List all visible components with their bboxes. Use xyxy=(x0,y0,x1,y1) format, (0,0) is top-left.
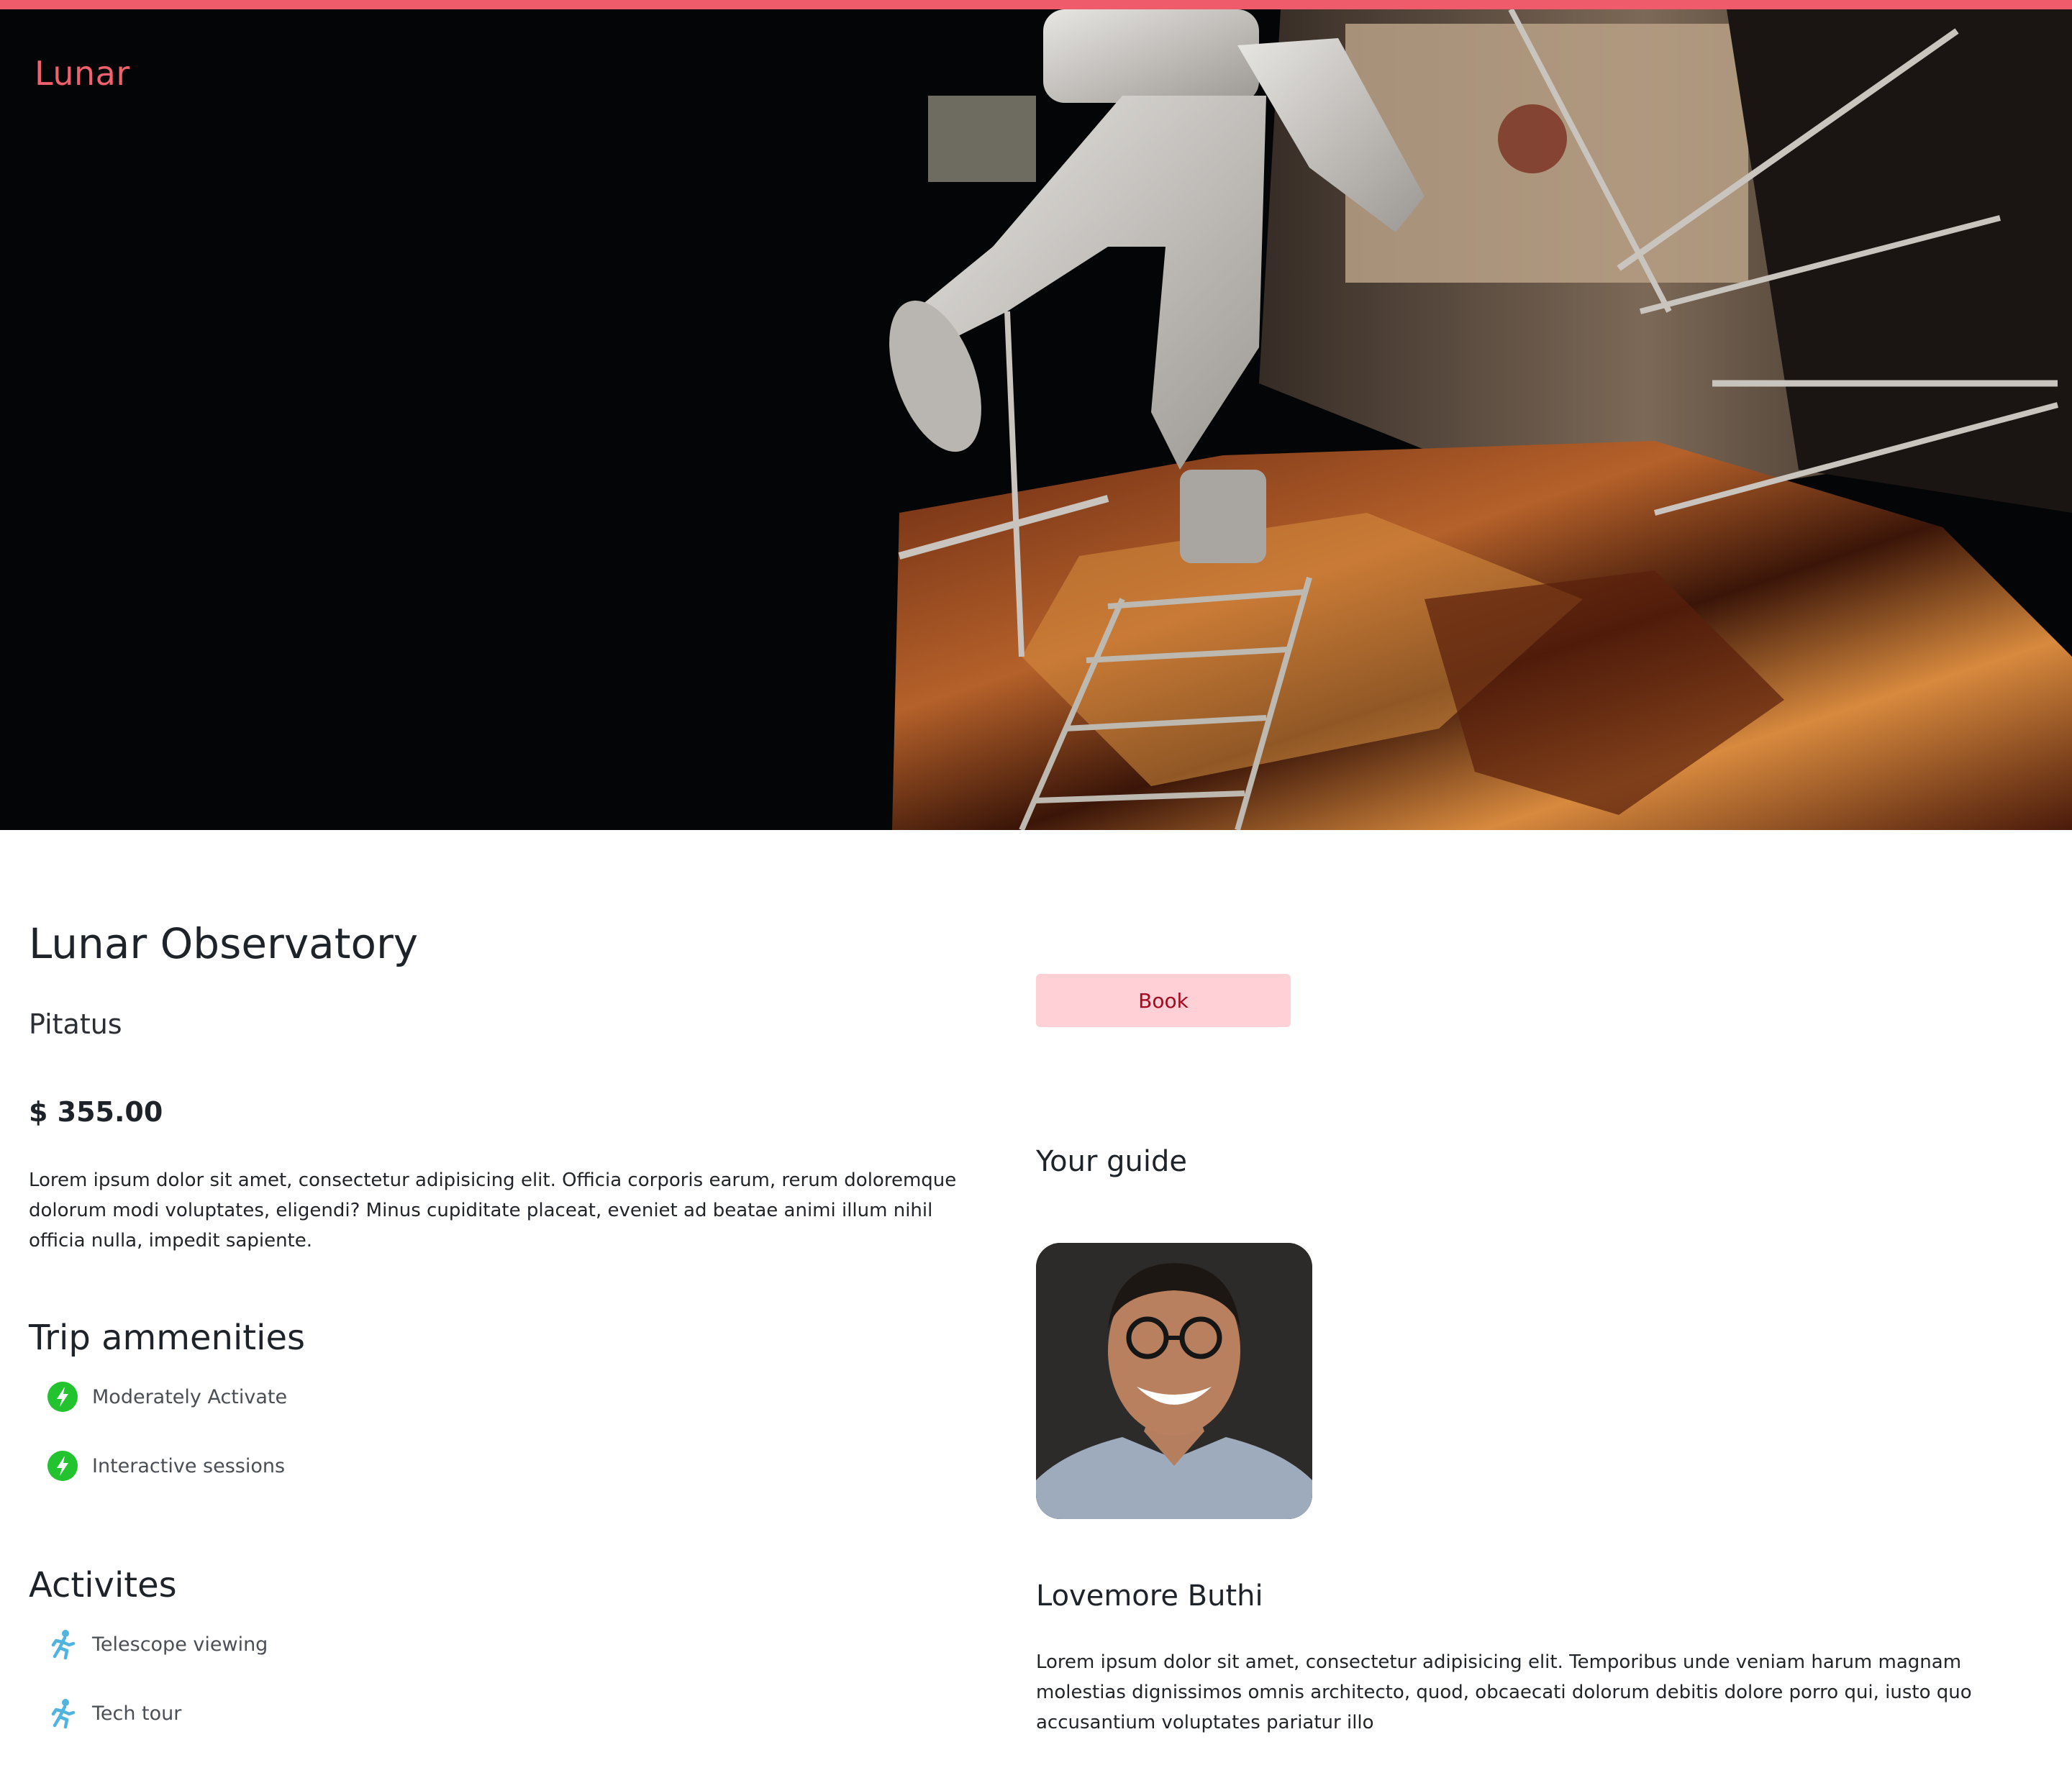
running-person-icon xyxy=(47,1698,78,1729)
hero-image: Lunar xyxy=(0,9,2072,830)
trip-price: $ 355.00 xyxy=(29,1096,163,1128)
activity-label: Telescope viewing xyxy=(92,1633,268,1656)
running-person-icon xyxy=(47,1629,78,1660)
amenities-heading: Trip ammenities xyxy=(29,1318,305,1358)
book-button[interactable]: Book xyxy=(1036,974,1291,1027)
guide-bio: Lorem ipsum dolor sit amet, consectetur … xyxy=(1036,1651,1972,1733)
activity-label: Tech tour xyxy=(92,1702,182,1725)
guide-name: Lovemore Buthi xyxy=(1036,1579,1263,1613)
guide-avatar xyxy=(1036,1243,1312,1519)
activity-item: Telescope viewing xyxy=(47,1628,268,1660)
amenity-item: Interactive sessions xyxy=(47,1450,285,1482)
lightning-icon xyxy=(47,1451,78,1481)
guide-heading: Your guide xyxy=(1036,1145,1187,1178)
trip-location: Pitatus xyxy=(29,1008,122,1040)
page-title: Lunar Observatory xyxy=(29,919,419,968)
astronaut-lunar-module-illustration xyxy=(0,9,2072,830)
activities-heading: Activites xyxy=(29,1565,177,1605)
amenity-item: Moderately Activate xyxy=(47,1381,287,1413)
trip-description: Lorem ipsum dolor sit amet, consectetur … xyxy=(29,1170,957,1252)
amenity-label: Interactive sessions xyxy=(92,1454,286,1477)
activity-item: Tech tour xyxy=(47,1697,181,1729)
brand-logo[interactable]: Lunar xyxy=(35,54,130,93)
top-accent-bar xyxy=(0,0,2072,9)
amenity-label: Moderately Activate xyxy=(92,1385,288,1408)
lightning-icon xyxy=(47,1382,78,1412)
